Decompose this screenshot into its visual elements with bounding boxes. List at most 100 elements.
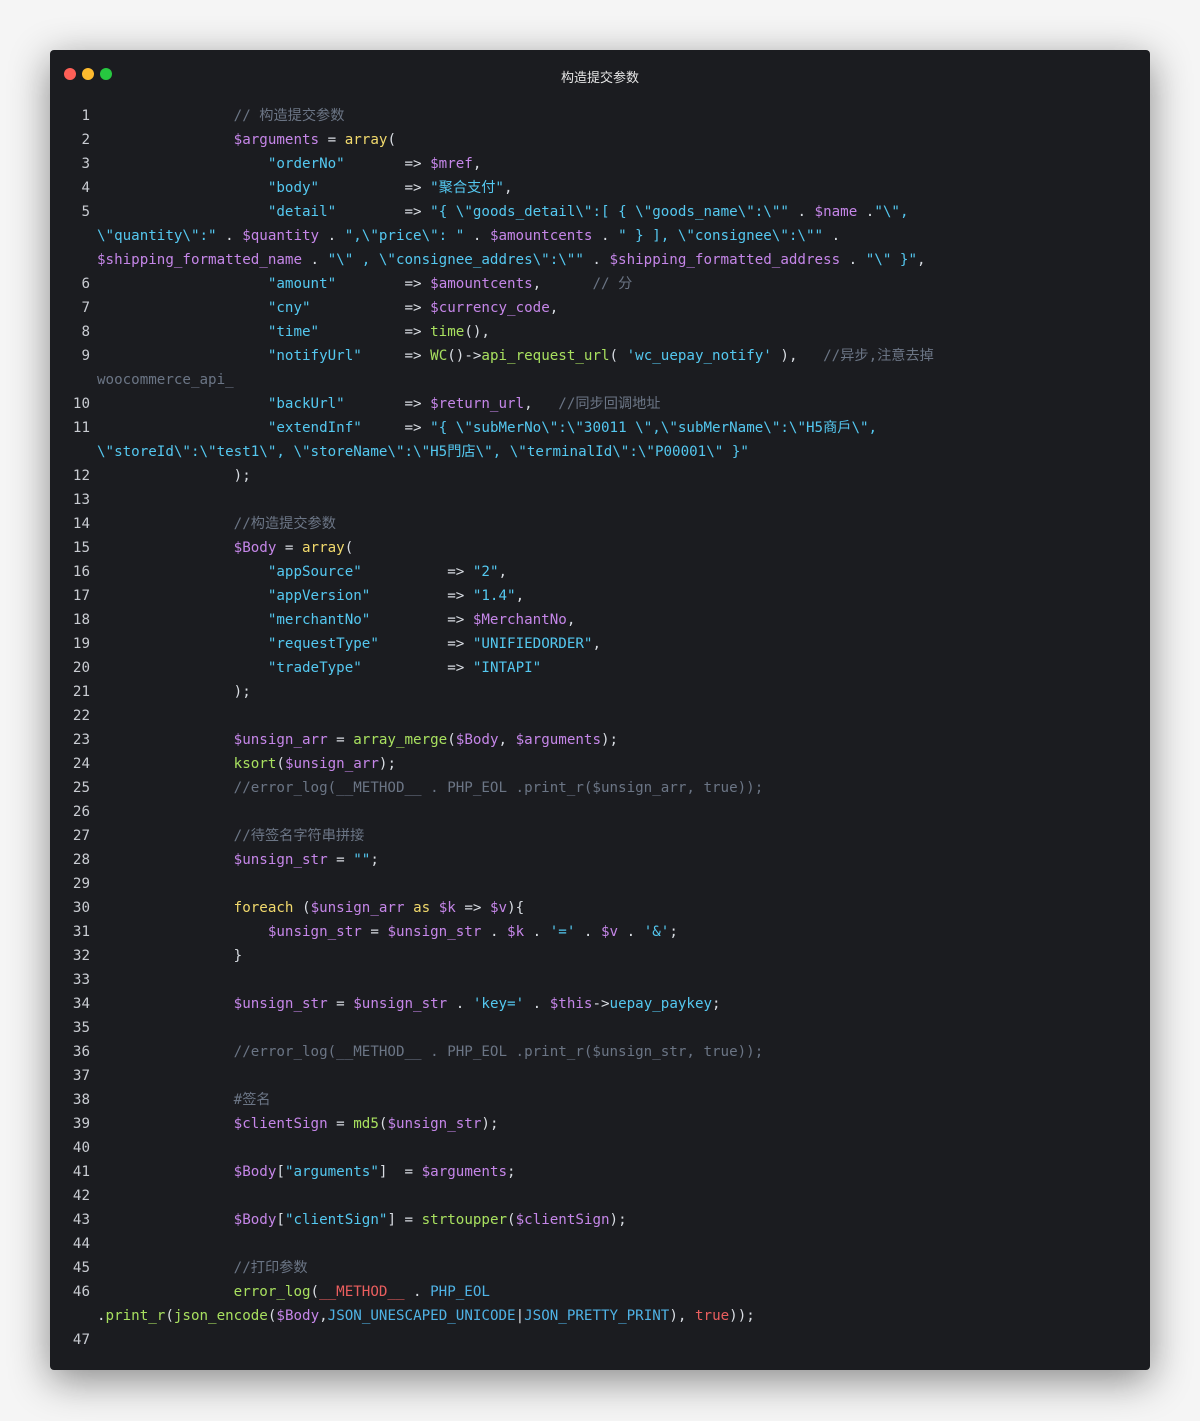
line-number: 12 <box>72 468 90 484</box>
code-token: //待签名字符串拼接 <box>233 828 365 844</box>
code-token: JSON_UNESCAPED_UNICODE <box>327 1308 516 1324</box>
code-token: ( <box>344 540 354 556</box>
line-content: $arguments = array( <box>97 128 396 152</box>
code-token: = <box>327 852 354 868</box>
code-line: 14 //构造提交参数 <box>50 512 1150 536</box>
code-token: $amountcents <box>489 228 593 244</box>
line-number: 23 <box>72 732 90 748</box>
code-line: 26 <box>50 800 1150 824</box>
code-token: , <box>319 1308 328 1324</box>
line-content: //待签名字符串拼接 <box>97 824 365 848</box>
line-number: 30 <box>72 900 90 916</box>
code-line: 21 ); <box>50 680 1150 704</box>
code-token: "聚合支付" <box>430 180 504 196</box>
code-line: 31 $unsign_str = $unsign_str . $k . '=' … <box>50 920 1150 944</box>
code-token: \"storeId\":\"test1\", \"storeName\":\"H… <box>97 444 749 460</box>
code-token: "1.4" <box>472 588 516 604</box>
line-content: woocommerce_api_ <box>97 368 234 392</box>
code-token: ",\"price\": " <box>344 228 465 244</box>
code-token: "UNIFIEDORDER" <box>472 636 593 652</box>
code-token: => <box>336 204 431 220</box>
code-token: print_r <box>105 1308 166 1324</box>
code-token: . <box>319 228 345 244</box>
code-token: // 构造提交参数 <box>233 108 345 124</box>
line-content: $unsign_str = $unsign_str . 'key=' . $th… <box>97 992 721 1016</box>
code-token: . <box>524 924 550 940</box>
code-token: => <box>455 900 490 916</box>
code-token: => <box>319 324 431 340</box>
code-token: "requestType" <box>267 636 379 652</box>
code-token: => <box>361 660 473 676</box>
code-token: ( <box>507 1212 516 1228</box>
line-content: $Body = array( <box>97 536 354 560</box>
line-number: 24 <box>72 756 90 772</box>
line-number: 34 <box>72 996 90 1012</box>
code-token: "cny" <box>267 300 311 316</box>
code-token: $unsign_str <box>387 1116 482 1132</box>
code-line: 27 //待签名字符串拼接 <box>50 824 1150 848</box>
code-line: 22 <box>50 704 1150 728</box>
code-token: $amountcents <box>430 276 533 292</box>
code-token: = <box>361 924 388 940</box>
code-token: $mref <box>430 156 473 172</box>
code-token: )); <box>729 1308 755 1324</box>
code-token: ( <box>310 1284 320 1300</box>
code-token: , <box>515 588 525 604</box>
line-content: $unsign_arr = array_merge($Body, $argume… <box>97 728 618 752</box>
code-line: 23 $unsign_arr = array_merge($Body, $arg… <box>50 728 1150 752</box>
code-token: JSON_PRETTY_PRINT <box>524 1308 670 1324</box>
line-content: "amount" => $amountcents, // 分 <box>97 272 632 296</box>
line-number: 26 <box>72 804 90 820</box>
code-token: array_merge <box>353 732 448 748</box>
line-content: $unsign_str = ""; <box>97 848 379 872</box>
code-token: "\", <box>874 204 909 220</box>
code-line: 18 "merchantNo" => $MerchantNo, <box>50 608 1150 632</box>
code-line: 39 $clientSign = md5($unsign_str); <box>50 1112 1150 1136</box>
code-token: . <box>840 252 866 268</box>
line-content: "notifyUrl" => WC()->api_request_url( 'w… <box>97 344 934 368</box>
code-token: " } ], \"consignee\":\"" <box>618 228 824 244</box>
code-line: 2 $arguments = array( <box>50 128 1150 152</box>
code-token: // 分 <box>592 276 633 292</box>
code-token: //打印参数 <box>233 1260 308 1276</box>
code-token: $unsign_arr <box>310 900 405 916</box>
code-token: = <box>327 732 354 748</box>
code-token: "{ \"subMerNo\":\"30011 \",\"subMerName\… <box>430 420 878 436</box>
code-token: , <box>498 732 516 748</box>
line-content: #签名 <box>97 1088 271 1112</box>
code-line: 19 "requestType" => "UNIFIEDORDER", <box>50 632 1150 656</box>
code-token: . <box>857 204 875 220</box>
code-token: . <box>216 228 243 244</box>
line-number: 45 <box>72 1260 90 1276</box>
code-line: 20 "tradeType" => "INTAPI" <box>50 656 1150 680</box>
code-token: "arguments" <box>284 1164 379 1180</box>
line-content: $clientSign = md5($unsign_str); <box>97 1112 499 1136</box>
line-number: 5 <box>81 204 90 220</box>
code-token: "time" <box>267 324 320 340</box>
code-token: '=' <box>549 924 576 940</box>
code-token: $shipping_formatted_address <box>609 252 841 268</box>
line-content: $shipping_formatted_name . "\" , \"consi… <box>97 248 926 272</box>
line-content: "requestType" => "UNIFIEDORDER", <box>97 632 601 656</box>
line-number: 9 <box>81 348 90 364</box>
code-token: "amount" <box>267 276 337 292</box>
code-token: ; <box>669 924 678 940</box>
code-token: //error_log(__METHOD__ . PHP_EOL .print_… <box>233 1044 764 1060</box>
line-number: 18 <box>72 612 90 628</box>
code-line: \"storeId\":\"test1\", \"storeName\":\"H… <box>50 440 1150 464</box>
line-number: 42 <box>72 1188 90 1204</box>
line-content: //error_log(__METHOD__ . PHP_EOL .print_… <box>97 1040 764 1064</box>
code-token: $arguments <box>233 132 320 148</box>
code-token: $MerchantNo <box>472 612 567 628</box>
code-line: 34 $unsign_str = $unsign_str . 'key=' . … <box>50 992 1150 1016</box>
